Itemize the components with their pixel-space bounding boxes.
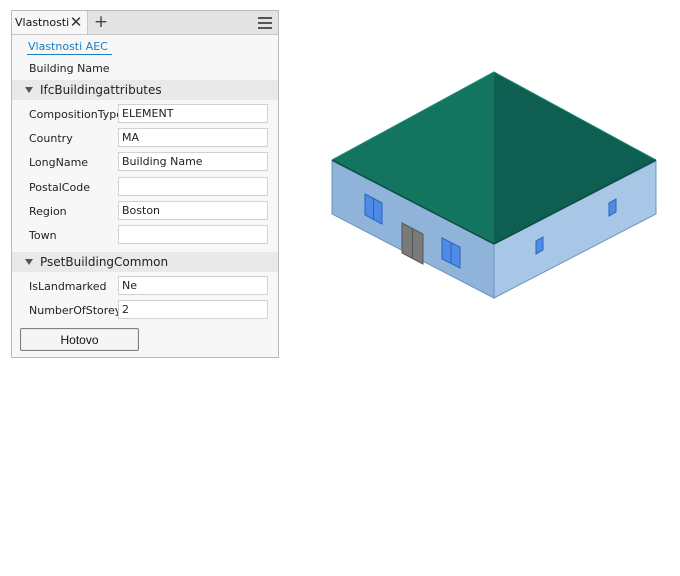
property-label-numberofstoreys: NumberOfStoreys — [29, 304, 128, 317]
property-label-postalcode: PostalCode — [29, 181, 90, 194]
aec-properties-link[interactable]: Vlastnosti AEC — [27, 40, 112, 55]
tab-label: Vlastnosti — [15, 16, 70, 29]
collapse-triangle-icon[interactable] — [25, 259, 33, 265]
islandmarked-field[interactable] — [118, 276, 268, 295]
compositiontype-field[interactable] — [118, 104, 268, 123]
property-label-longname: LongName — [29, 156, 89, 169]
palette-tab-bar: Vlastnosti ✕ + — [12, 11, 278, 35]
numberofstoreys-field[interactable] — [118, 300, 268, 319]
property-label-town: Town — [29, 229, 57, 242]
property-label-islandmarked: IsLandmarked — [29, 280, 107, 293]
section-psetbuildingcommon[interactable]: PsetBuildingCommon — [12, 252, 278, 272]
building-3d-model[interactable] — [324, 66, 664, 306]
tab-vlastnosti[interactable]: Vlastnosti ✕ — [12, 11, 88, 34]
close-icon[interactable]: ✕ — [69, 14, 83, 30]
section-title: PsetBuildingCommon — [40, 255, 169, 269]
town-field[interactable] — [118, 225, 268, 244]
done-button[interactable]: Hotovo — [20, 328, 139, 351]
building-name-label: Building Name — [29, 62, 110, 75]
region-field[interactable] — [118, 201, 268, 220]
add-tab-icon[interactable]: + — [93, 13, 109, 31]
section-ifcbuildingattributes[interactable]: IfcBuildingattributes — [12, 80, 278, 100]
country-field[interactable] — [118, 128, 268, 147]
property-label-country: Country — [29, 132, 73, 145]
postalcode-field[interactable] — [118, 177, 268, 196]
property-label-region: Region — [29, 205, 67, 218]
properties-palette: Vlastnosti ✕ + Vlastnosti AEC Building N… — [11, 10, 279, 358]
collapse-triangle-icon[interactable] — [25, 87, 33, 93]
property-label-compositiontype: CompositionType — [29, 108, 123, 121]
longname-field[interactable] — [118, 152, 268, 171]
section-title: IfcBuildingattributes — [40, 83, 162, 97]
hamburger-menu-icon[interactable] — [258, 17, 272, 29]
